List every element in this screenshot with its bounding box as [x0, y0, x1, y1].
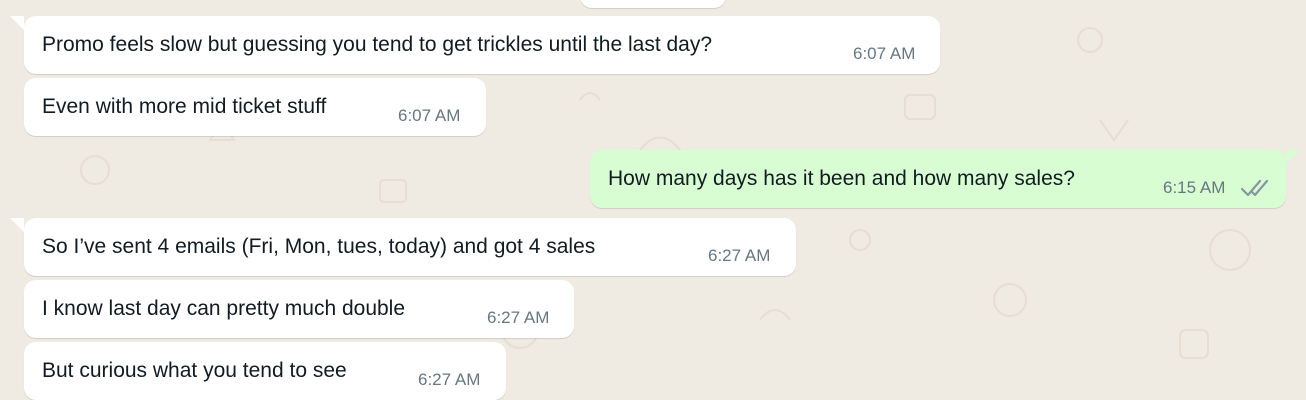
message-bubble[interactable]: Promo feels slow but guessing you tend t…: [24, 16, 940, 74]
message-timestamp: 6:15 AM: [1163, 178, 1226, 197]
message-bubble[interactable]: So I’ve sent 4 emails (Fri, Mon, tues, t…: [24, 218, 796, 276]
message-text: How many days has it been and how many s…: [608, 167, 1075, 190]
message-timestamp: 6:07 AM: [398, 106, 461, 125]
message-timestamp: 6:27 AM: [487, 308, 550, 327]
message-tail: [10, 218, 24, 232]
message-bubble[interactable]: I know last day can pretty much double 6…: [24, 280, 574, 338]
message-bubble-partial: [580, 0, 726, 8]
message-tail: [10, 16, 24, 30]
message-text: Promo feels slow but guessing you tend t…: [42, 33, 713, 56]
message-bubble[interactable]: But curious what you tend to see 6:27 AM: [24, 342, 506, 400]
message-timestamp: 6:27 AM: [418, 370, 481, 389]
message-tail: [1286, 150, 1300, 164]
chat-messages: Promo feels slow but guessing you tend t…: [0, 0, 1306, 400]
message-timestamp: 6:07 AM: [853, 44, 916, 63]
message-timestamp: 6:27 AM: [708, 246, 771, 265]
message-text: So I’ve sent 4 emails (Fri, Mon, tues, t…: [42, 235, 596, 258]
message-bubble[interactable]: Even with more mid ticket stuff 6:07 AM: [24, 78, 486, 136]
message-text: Even with more mid ticket stuff: [42, 95, 327, 118]
message-text: I know last day can pretty much double: [42, 297, 406, 320]
message-bubble-outgoing[interactable]: How many days has it been and how many s…: [590, 150, 1286, 208]
message-text: But curious what you tend to see: [42, 359, 347, 382]
double-check-icon: [1240, 179, 1269, 197]
